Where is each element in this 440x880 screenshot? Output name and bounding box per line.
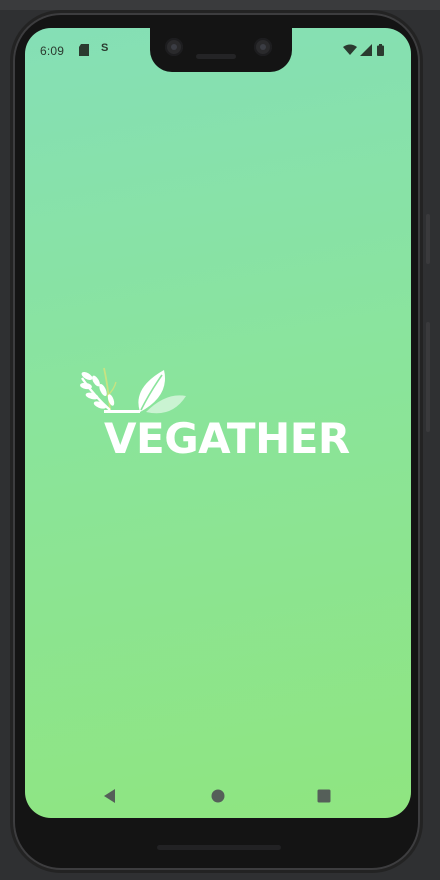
battery-icon bbox=[377, 43, 384, 61]
navigation-bar bbox=[25, 776, 411, 818]
emulator-toolbar bbox=[0, 0, 440, 10]
sd-card-icon bbox=[79, 43, 89, 61]
app-screen: 6:09 S VEGATHER bbox=[25, 28, 411, 818]
earpiece-speaker bbox=[196, 54, 236, 59]
front-camera-icon bbox=[165, 38, 183, 56]
volume-button[interactable] bbox=[426, 322, 430, 432]
bottom-speaker-grille bbox=[157, 845, 281, 850]
recents-square-icon bbox=[317, 789, 331, 803]
back-triangle-icon bbox=[104, 789, 115, 803]
cell-signal-icon bbox=[360, 43, 372, 61]
device-notch bbox=[150, 27, 292, 72]
power-button[interactable] bbox=[426, 214, 430, 264]
vegather-logo: VEGATHER bbox=[80, 366, 350, 466]
nav-back-button[interactable] bbox=[100, 786, 120, 806]
status-time: 6:09 bbox=[40, 44, 65, 58]
nav-home-button[interactable] bbox=[208, 786, 228, 806]
front-camera-icon bbox=[254, 38, 272, 56]
nav-recents-button[interactable] bbox=[314, 786, 334, 806]
brand-name: VEGATHER bbox=[104, 414, 350, 463]
wifi-icon bbox=[343, 43, 357, 61]
home-circle-icon bbox=[211, 789, 225, 803]
s-app-icon: S bbox=[101, 42, 109, 54]
